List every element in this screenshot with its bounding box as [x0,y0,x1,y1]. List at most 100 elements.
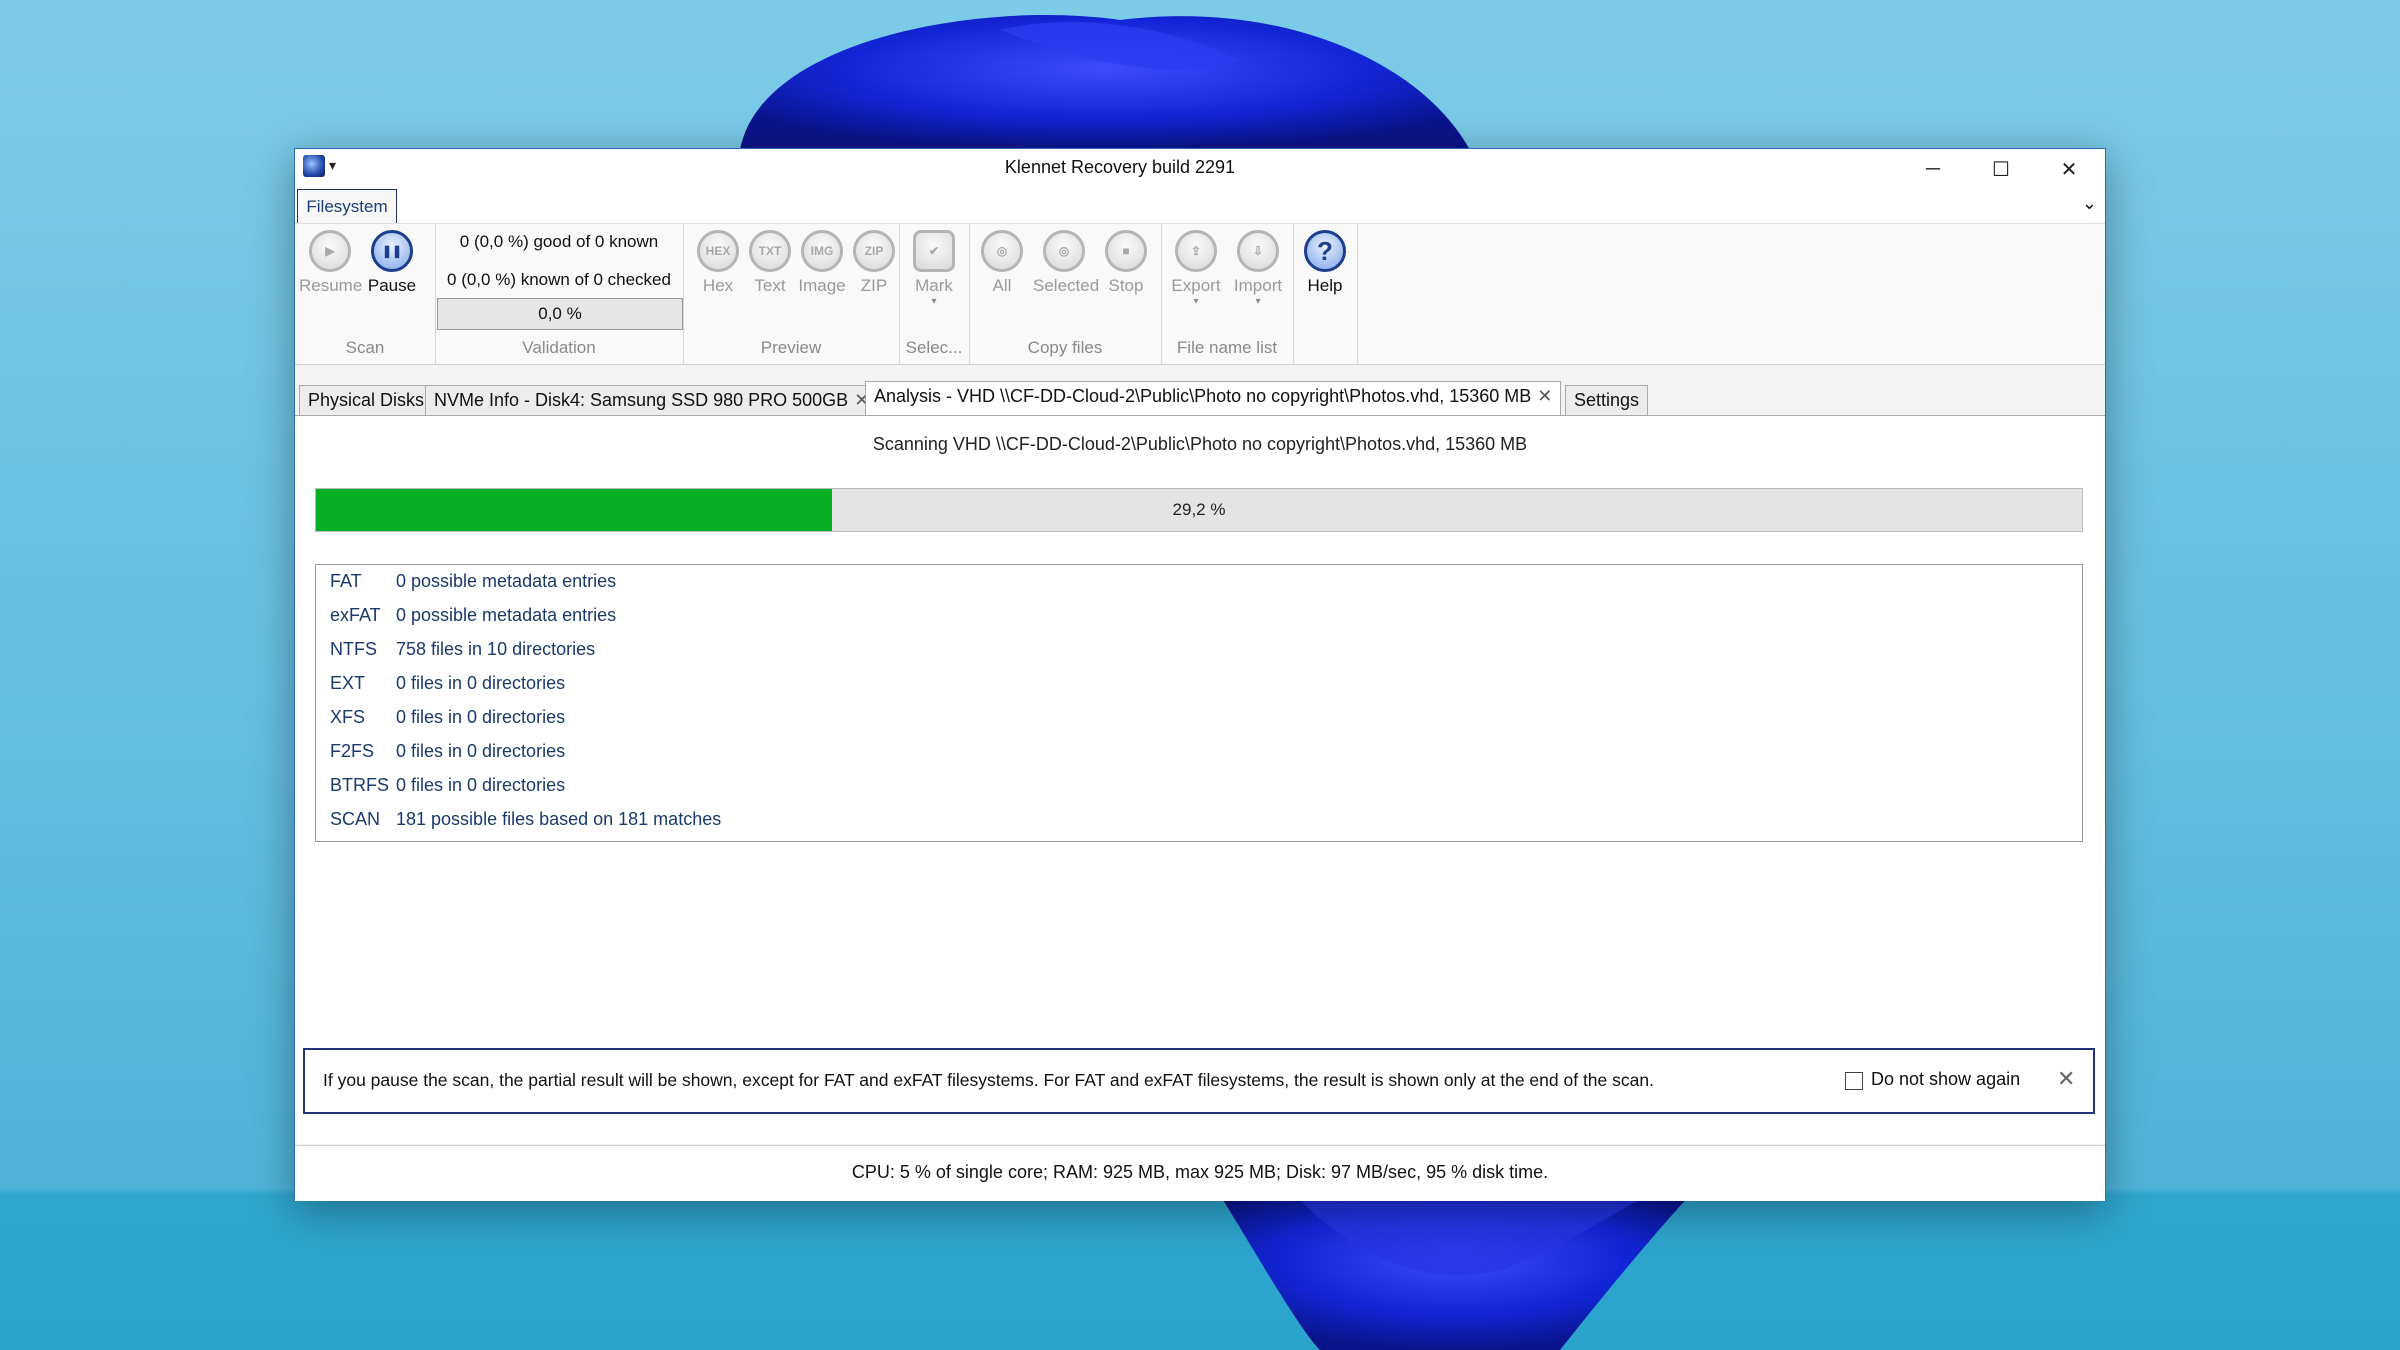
fs-name: XFS [330,707,366,727]
group-label-preview: Preview [760,338,822,357]
pause-label: Pause [367,276,417,295]
copy-selected-icon: ◎ [1043,230,1085,272]
pause-button[interactable]: ❚❚ Pause [361,230,423,296]
analysis-panel: Scanning VHD \\CF-DD-Cloud-2\Public\Phot… [295,415,2105,1144]
image-icon: IMG [801,230,843,272]
mark-button[interactable]: ✔ Mark ▾ [903,230,965,307]
scan-progress-bar: 29,2 % [315,488,2083,532]
import-dropdown-icon: ▾ [1255,296,1261,307]
fs-name: BTRFS [330,775,390,795]
tab-nvme-info[interactable]: NVMe Info - Disk4: Samsung SSD 980 PRO 5… [425,385,879,415]
fs-value: 0 files in 0 directories [396,673,566,693]
scan-progress-text: 29,2 % [1172,500,1226,519]
list-item: SCAN 181 possible files based on 181 matc… [330,809,721,839]
tab-label: Analysis - VHD \\CF-DD-Cloud-2\Public\Ph… [874,386,1532,406]
ribbon-tab-row [295,189,2105,223]
fs-name: EXT [330,673,366,693]
stop-copy-button[interactable]: ■ Stop [1095,230,1157,296]
validation-known-text: 0 (0,0 %) known of 0 checked [447,270,671,289]
validation-good-text: 0 (0,0 %) good of 0 known [459,232,659,251]
tab-analysis[interactable]: Analysis - VHD \\CF-DD-Cloud-2\Public\Ph… [865,381,1562,416]
copy-all-button[interactable]: ◎ All [971,230,1033,296]
copy-selected-label: Selected [1033,276,1100,295]
list-item: BTRFS 0 files in 0 directories [330,775,565,805]
fs-value: 0 possible metadata entries [396,571,617,591]
export-label: Export [1171,276,1221,295]
ribbon: ▶ Resume ❚❚ Pause Scan 0 (0,0 %) good of… [295,223,2105,365]
ribbon-group-copy-files: ◎ All ◎ Selected ■ Stop Copy files [969,224,1162,364]
export-dropdown-icon: ▾ [1193,296,1199,307]
fs-value: 0 files in 0 directories [396,707,566,727]
status-bar: CPU: 5 % of single core; RAM: 925 MB, ma… [295,1145,2105,1201]
close-button[interactable]: ✕ [2035,149,2103,189]
copy-selected-button[interactable]: ◎ Selected [1033,230,1100,296]
title-bar: ▾ Klennet Recovery build 2291 ─ ☐ ✕ [295,149,2105,189]
stop-label: Stop [1108,276,1144,295]
fs-name: SCAN [330,809,381,829]
list-item: NTFS 758 files in 10 directories [330,639,595,669]
chevron-down-icon[interactable]: ⌄ [2082,193,2097,214]
fs-name: FAT [330,571,362,591]
mark-dropdown-icon: ▾ [931,296,937,307]
group-label-select: Selec... [905,338,963,357]
tab-label: NVMe Info - Disk4: Samsung SSD 980 PRO 5… [434,390,849,410]
import-icon: ⇩ [1237,230,1279,272]
fs-value: 181 possible files based on 181 matches [396,809,722,829]
hex-icon: HEX [697,230,739,272]
mark-label: Mark [915,276,953,295]
close-tab-icon[interactable]: ✕ [1537,386,1552,406]
fs-value: 0 files in 0 directories [396,741,566,761]
scanning-title: Scanning VHD \\CF-DD-Cloud-2\Public\Phot… [872,434,1528,454]
maximize-button[interactable]: ☐ [1967,149,2035,189]
list-item: FAT 0 possible metadata entries [330,571,616,601]
stop-icon: ■ [1105,230,1147,272]
list-item: exFAT 0 possible metadata entries [330,605,616,635]
copy-all-icon: ◎ [981,230,1023,272]
zip-label: ZIP [860,276,888,295]
import-button[interactable]: ⇩ Import ▾ [1227,230,1289,307]
app-window: ▾ Klennet Recovery build 2291 ─ ☐ ✕ File… [294,148,2106,1201]
list-item: EXT 0 files in 0 directories [330,673,565,703]
list-item: XFS 0 files in 0 directories [330,707,565,737]
ribbon-group-validation: 0 (0,0 %) good of 0 known 0 (0,0 %) know… [435,224,684,364]
fs-name: NTFS [330,639,377,659]
ribbon-group-help: ? Help [1293,224,1358,364]
filesystem-results-list: FAT 0 possible metadata entries exFAT 0 po… [315,564,2083,842]
help-button[interactable]: ? Help [1294,230,1356,296]
group-label-copy-files: Copy files [1027,338,1103,357]
ribbon-group-file-name-list: ⇪ Export ▾ ⇩ Import ▾ File name list [1161,224,1294,364]
help-icon: ? [1304,230,1346,272]
pause-icon: ❚❚ [371,230,413,272]
ribbon-group-select: ✔ Mark ▾ Selec... [899,224,970,364]
banner-message: If you pause the scan, the partial resul… [323,1070,1654,1090]
minimize-button[interactable]: ─ [1899,149,1967,189]
tab-physical-disks[interactable]: Physical Disks [299,385,434,415]
info-banner: If you pause the scan, the partial resul… [303,1048,2095,1114]
ribbon-tab-filesystem[interactable]: Filesystem [297,189,397,223]
import-label: Import [1233,276,1283,295]
fs-name: exFAT [330,605,381,625]
fs-value: 0 files in 0 directories [396,775,566,795]
checkmark-icon: ✔ [913,230,955,272]
do-not-show-again-checkbox[interactable] [1845,1072,1863,1090]
tab-label: Settings [1574,390,1640,410]
text-icon: TXT [749,230,791,272]
validation-progress-bar: 0,0 % [437,298,683,330]
group-label-file-name-list: File name list [1176,338,1278,357]
tab-label: Physical Disks [308,390,425,410]
play-icon: ▶ [309,230,351,272]
resume-button[interactable]: ▶ Resume [299,230,363,296]
resume-label: Resume [299,276,363,295]
zip-button[interactable]: ZIP ZIP [843,230,905,296]
ribbon-group-preview: HEX Hex TXT Text IMG Image ZIP ZIP Previ… [683,224,900,364]
copy-all-label: All [992,276,1012,295]
export-icon: ⇪ [1175,230,1217,272]
group-label-scan: Scan [345,338,385,357]
fs-name: F2FS [330,741,375,761]
export-button[interactable]: ⇪ Export ▾ [1165,230,1227,307]
fs-value: 0 possible metadata entries [396,605,617,625]
close-banner-icon[interactable]: ✕ [2057,1066,2075,1092]
status-text: CPU: 5 % of single core; RAM: 925 MB, ma… [851,1162,1549,1182]
tab-settings[interactable]: Settings [1565,385,1649,415]
do-not-show-again-label[interactable]: Do not show again [1871,1069,2020,1090]
